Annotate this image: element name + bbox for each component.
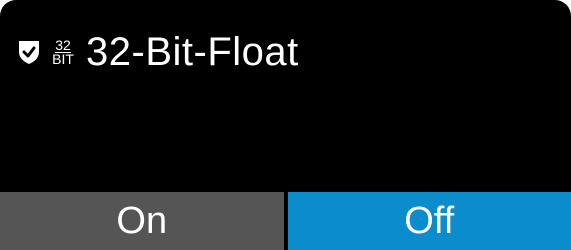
on-off-toggle: On Off bbox=[0, 192, 571, 250]
bit-depth-icon: 32 BIT bbox=[50, 37, 76, 67]
display-screen: 32 BIT 32-Bit-Float On Off bbox=[0, 0, 571, 250]
on-button[interactable]: On bbox=[0, 192, 288, 250]
setting-title: 32-Bit-Float bbox=[86, 30, 299, 74]
setting-header: 32 BIT 32-Bit-Float bbox=[18, 28, 299, 76]
off-button[interactable]: Off bbox=[287, 192, 571, 250]
bit-depth-unit: BIT bbox=[52, 50, 74, 67]
off-button-label: Off bbox=[404, 200, 455, 242]
shield-check-icon bbox=[19, 41, 39, 64]
on-button-label: On bbox=[116, 200, 168, 242]
bit-depth-number: 32 bbox=[55, 36, 71, 53]
